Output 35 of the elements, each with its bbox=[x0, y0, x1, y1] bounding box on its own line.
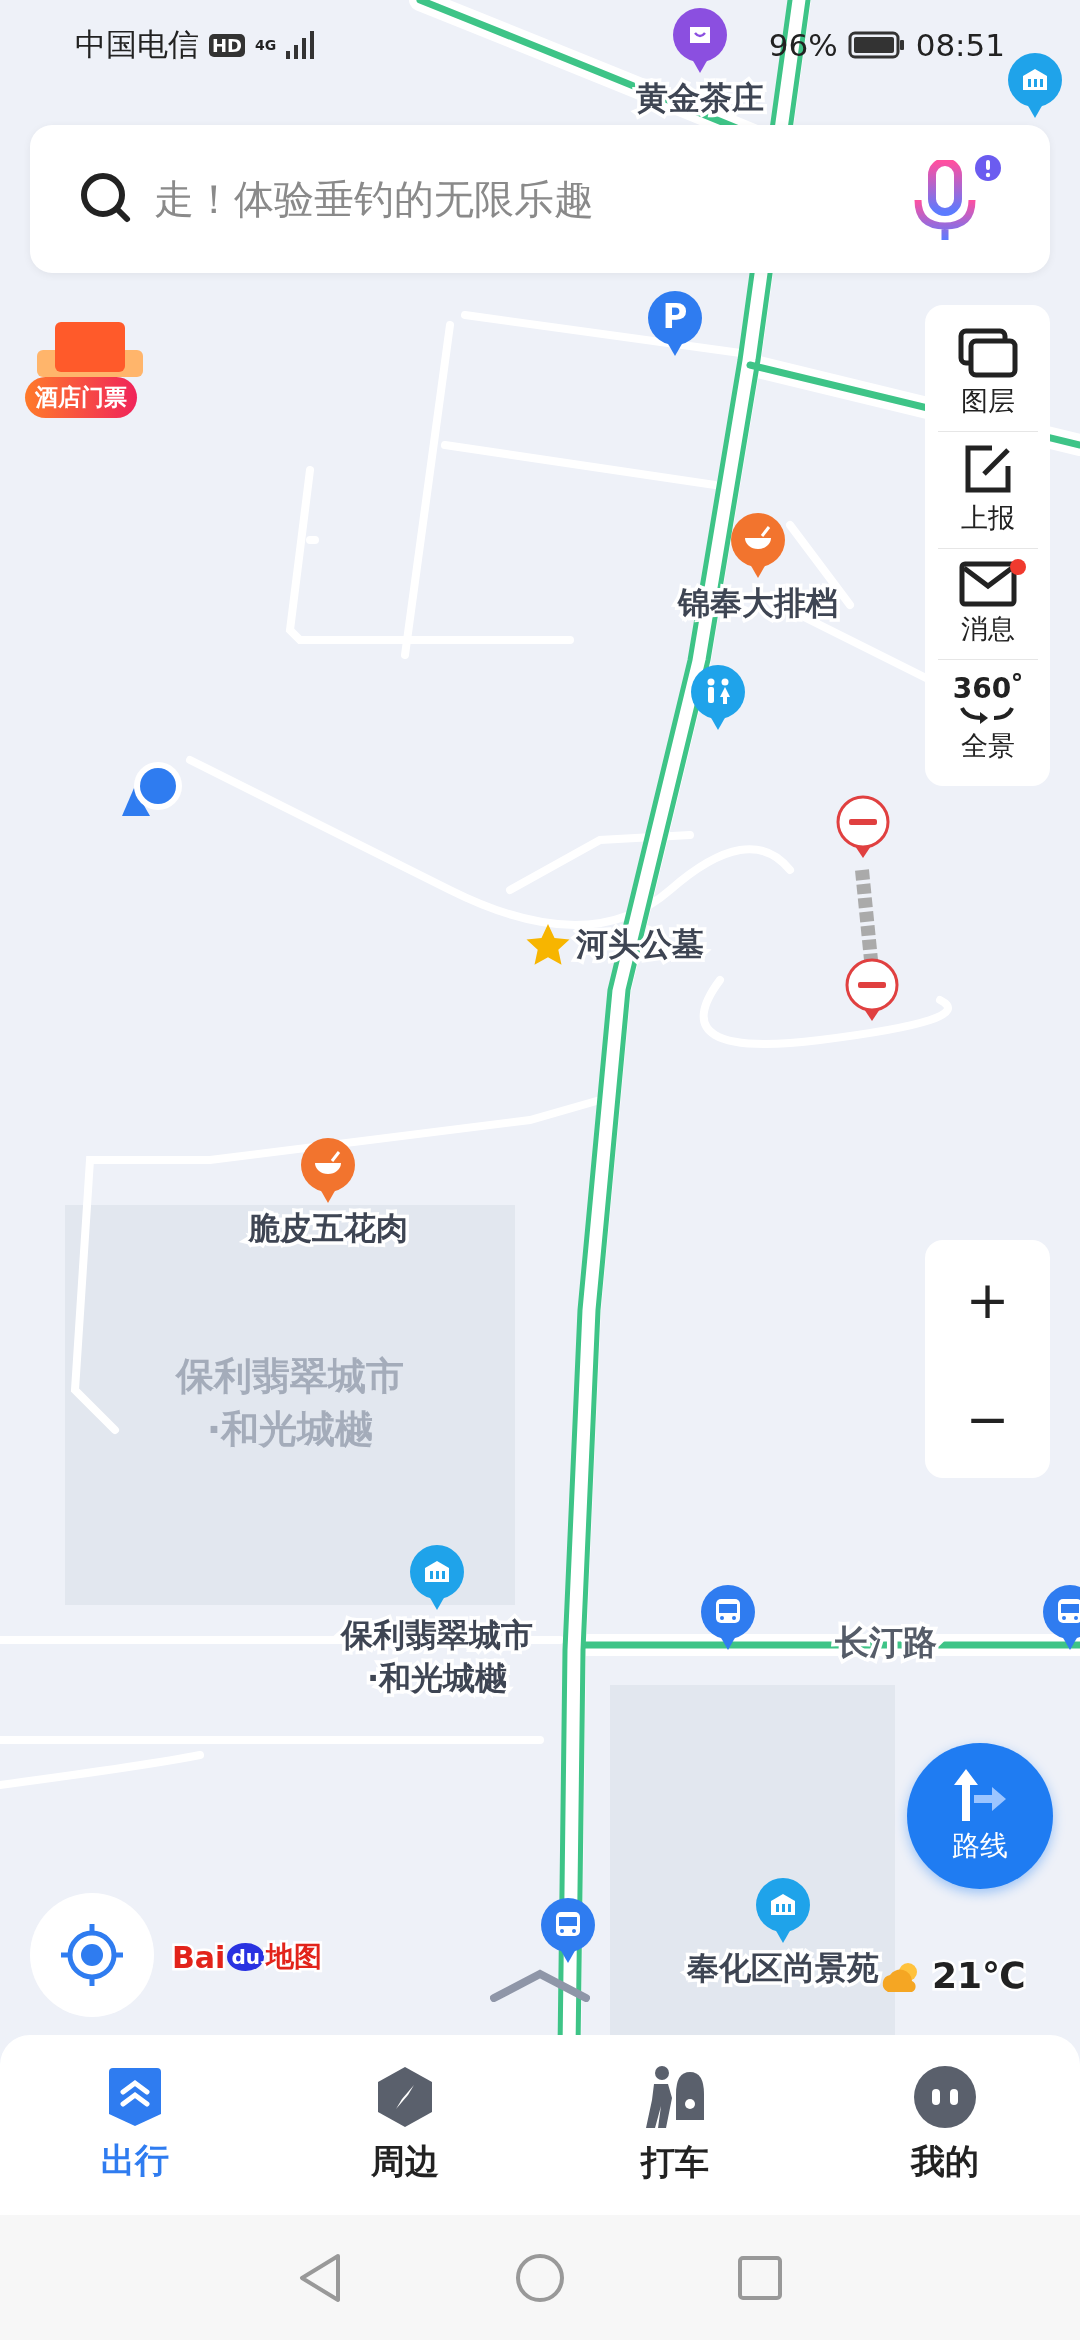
place-label[interactable]: 保利翡翠城市 ·和光城樾 bbox=[341, 1614, 533, 1701]
recents-icon[interactable] bbox=[736, 2253, 784, 2302]
battery-icon bbox=[847, 31, 906, 59]
tool-button[interactable]: 图层 bbox=[937, 315, 1038, 432]
tool-button[interactable]: 360 全景 bbox=[937, 660, 1038, 776]
clock: 08:51 bbox=[915, 27, 1005, 63]
temperature-label: 21℃ bbox=[932, 1955, 1026, 1996]
locate-icon bbox=[59, 1922, 125, 1988]
tab[interactable]: 出行 bbox=[0, 2035, 270, 2215]
turn-arrow-icon bbox=[952, 1767, 1008, 1823]
tab[interactable]: 我的 bbox=[810, 2035, 1080, 2215]
route-button[interactable]: 路线 bbox=[907, 1743, 1053, 1889]
chevron-up-icon[interactable] bbox=[490, 1968, 590, 2002]
network-label: 4G bbox=[255, 38, 277, 52]
carrier-label: 中国电信 bbox=[75, 25, 199, 64]
zoom-in-button[interactable]: + bbox=[925, 1240, 1050, 1359]
tool-button[interactable]: 上报 bbox=[937, 432, 1038, 549]
place-label[interactable]: 奉化区尚景苑 bbox=[687, 1947, 879, 1991]
home-icon[interactable] bbox=[514, 2251, 566, 2304]
promo-badge[interactable]: 酒店门票 bbox=[25, 377, 137, 418]
mail-icon bbox=[958, 561, 1017, 607]
no-entry-pin-icon[interactable] bbox=[844, 957, 900, 1023]
map-logo: Bai du 地图 bbox=[172, 1938, 322, 1976]
zoom-out-button[interactable]: − bbox=[925, 1359, 1050, 1478]
avatar-icon bbox=[913, 2065, 977, 2129]
no-entry-pin-icon[interactable] bbox=[835, 794, 891, 860]
hd-badge: HD bbox=[209, 33, 245, 57]
area-label: 保利翡翠城市 ·和光城樾 bbox=[176, 1353, 404, 1454]
place-label[interactable]: 脆皮五花肉 bbox=[248, 1207, 408, 1251]
search-placeholder: 走！体验垂钓的无限乐趣 bbox=[154, 174, 595, 224]
tab[interactable]: 周边 bbox=[270, 2035, 540, 2215]
layers-icon bbox=[956, 327, 1019, 379]
tab[interactable]: 打车 bbox=[540, 2035, 810, 2215]
tool-button[interactable]: 消息 bbox=[937, 549, 1038, 660]
signal-icon bbox=[286, 31, 317, 59]
